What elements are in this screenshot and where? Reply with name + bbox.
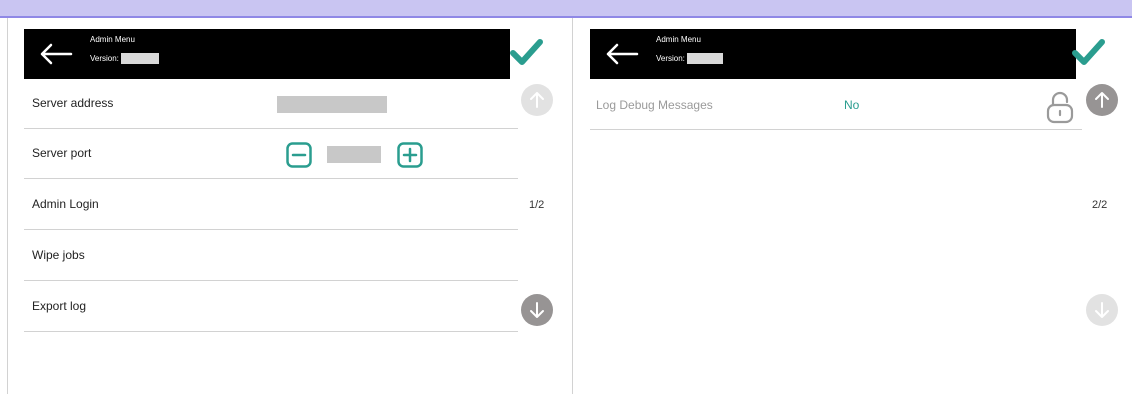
arrow-left-icon xyxy=(606,43,639,65)
row-label: Log Debug Messages xyxy=(596,98,713,112)
list-item-wipe-jobs[interactable]: Wipe jobs xyxy=(24,231,518,281)
arrow-down-icon xyxy=(530,302,544,318)
checkmark-icon xyxy=(510,39,543,65)
row-label: Server address xyxy=(32,96,114,110)
admin-menu-page-1: Admin Menu Version: Server address Serve… xyxy=(7,18,573,394)
lock-icon xyxy=(1046,90,1074,124)
arrow-up-icon xyxy=(1095,92,1109,108)
confirm-button[interactable] xyxy=(1070,34,1106,70)
confirm-button[interactable] xyxy=(508,34,544,70)
admin-menu-page-2: Admin Menu Version: Log Debug Messages N… xyxy=(574,18,1132,394)
header-title: Admin Menu xyxy=(90,35,135,44)
row-value[interactable]: No xyxy=(844,98,859,112)
server-port-field[interactable] xyxy=(327,146,381,163)
scroll-down-button[interactable] xyxy=(1086,294,1118,326)
arrow-left-icon xyxy=(40,43,73,65)
version-info: Version: xyxy=(656,53,723,64)
increment-button[interactable] xyxy=(397,142,423,168)
version-label: Version: xyxy=(656,54,685,63)
header-title: Admin Menu xyxy=(656,35,701,44)
scroll-up-button[interactable] xyxy=(521,84,553,116)
list-item-export-log[interactable]: Export log xyxy=(24,282,518,332)
row-label: Export log xyxy=(32,299,87,313)
version-info: Version: xyxy=(90,53,159,64)
list-item-server-port[interactable]: Server port xyxy=(24,129,518,179)
header-bar: Admin Menu Version: xyxy=(24,29,510,79)
page-indicator: 2/2 xyxy=(1092,199,1108,211)
header-bar: Admin Menu Version: xyxy=(590,29,1076,79)
plus-icon xyxy=(397,142,423,168)
scroll-down-button[interactable] xyxy=(521,294,553,326)
decrement-button[interactable] xyxy=(286,142,312,168)
list-item-server-address[interactable]: Server address xyxy=(24,79,518,129)
scroll-up-button[interactable] xyxy=(1086,84,1118,116)
window-top-strip xyxy=(0,0,1132,18)
list-item-log-debug-messages[interactable]: Log Debug Messages No xyxy=(590,79,1082,130)
version-value-redacted xyxy=(686,53,723,64)
minus-icon xyxy=(286,142,312,168)
row-label: Server port xyxy=(32,146,92,160)
row-label: Admin Login xyxy=(32,197,99,211)
arrow-down-icon xyxy=(1095,302,1109,318)
back-button[interactable] xyxy=(38,42,74,66)
back-button[interactable] xyxy=(604,42,640,66)
version-label: Version: xyxy=(90,54,119,63)
page-indicator: 1/2 xyxy=(529,199,545,211)
row-label: Wipe jobs xyxy=(32,248,85,262)
arrow-up-icon xyxy=(530,92,544,108)
list-item-admin-login[interactable]: Admin Login xyxy=(24,180,518,230)
version-value-redacted xyxy=(120,53,159,64)
checkmark-icon xyxy=(1072,39,1105,65)
server-address-field[interactable] xyxy=(277,96,387,113)
